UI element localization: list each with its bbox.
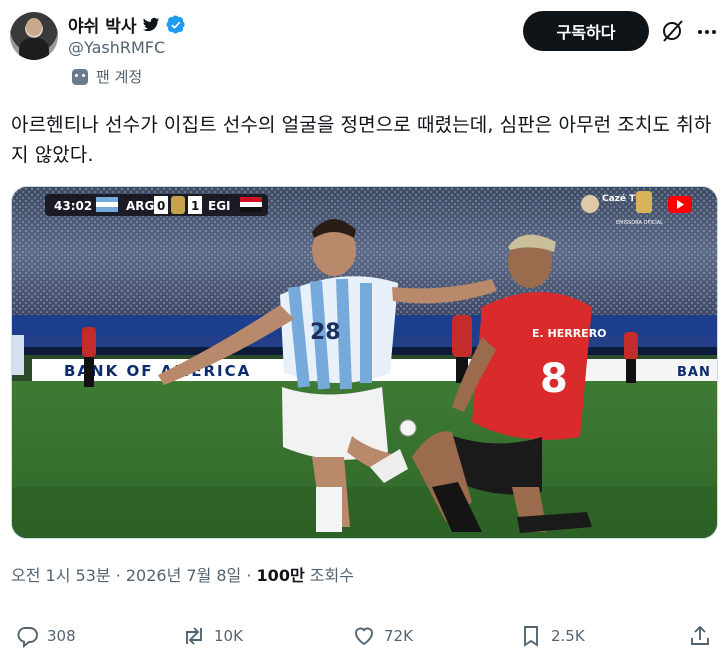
mask-icon [72, 68, 88, 85]
ad-board-text-right: BAN [677, 365, 711, 380]
fan-account-label: 팬 계정 [72, 66, 142, 87]
repost-button[interactable]: 10K [182, 616, 243, 656]
repost-count: 10K [214, 627, 243, 645]
broadcaster-sub: EMISSORA OFICIAL [616, 220, 663, 226]
reply-button[interactable]: 308 [15, 616, 76, 656]
display-name[interactable]: 야쉬 박사 [68, 12, 136, 37]
avatar[interactable] [10, 12, 58, 60]
meta-separator: · [246, 566, 257, 585]
football [399, 419, 417, 437]
bookmark-count: 2.5K [551, 627, 585, 645]
home-team: ARG [126, 199, 154, 213]
views-label: 조회수 [309, 566, 354, 585]
share-icon [691, 625, 709, 645]
grok-icon[interactable] [660, 18, 686, 44]
tweet-time[interactable]: 오전 1시 53분 [11, 566, 111, 585]
away-team: EGI [208, 199, 231, 213]
more-options-icon[interactable] [697, 22, 717, 42]
tweet-date[interactable]: 2026년 7월 8일 [126, 566, 241, 585]
action-bar: 308 10K 72K 2.5K [0, 616, 725, 656]
bird-icon [143, 17, 160, 31]
meta-separator: · [115, 566, 126, 585]
like-button[interactable]: 72K [352, 616, 413, 656]
tweet-text: 아르헨티나 선수가 이집트 선수의 얼굴을 정면으로 때렸는데, 심판은 아무런… [11, 114, 712, 166]
fan-account-text: 팬 계정 [96, 68, 143, 86]
away-score: 1 [191, 199, 199, 213]
reply-count: 308 [47, 627, 76, 645]
share-button[interactable] [688, 616, 712, 656]
bookmark-icon [524, 626, 538, 647]
like-count: 72K [384, 627, 413, 645]
heart-icon [355, 627, 373, 646]
player-right-number: 8 [540, 356, 568, 402]
match-clock: 43:02 [54, 199, 92, 213]
name-row: 야쉬 박사 [68, 12, 186, 37]
scoreboard: 43:02 ARG 0 1 EGI [45, 194, 268, 216]
player-left-number: 28 [310, 320, 341, 345]
verified-badge-icon[interactable] [166, 15, 186, 35]
tweet-header: 야쉬 박사 @YashRMFC 팬 계정 구독하다 [0, 0, 725, 90]
views-count: 100만 [256, 566, 305, 585]
tweet-meta: 오전 1시 53분 · 2026년 7월 8일 · 100만 조회수 [11, 562, 354, 586]
player-right-name: E. HERRERO [532, 327, 607, 340]
home-score: 0 [157, 199, 165, 213]
reply-icon [17, 627, 38, 648]
user-handle[interactable]: @YashRMFC [68, 38, 165, 57]
tweet-video[interactable]: BANK OF AMERICA BAN 28 E. HERRERO 8 43:0… [11, 186, 718, 539]
repost-icon [186, 627, 202, 645]
subscribe-button[interactable]: 구독하다 [523, 11, 649, 51]
bookmark-button[interactable]: 2.5K [519, 616, 585, 656]
video-frame: BANK OF AMERICA BAN 28 E. HERRERO 8 43:0… [12, 187, 717, 538]
